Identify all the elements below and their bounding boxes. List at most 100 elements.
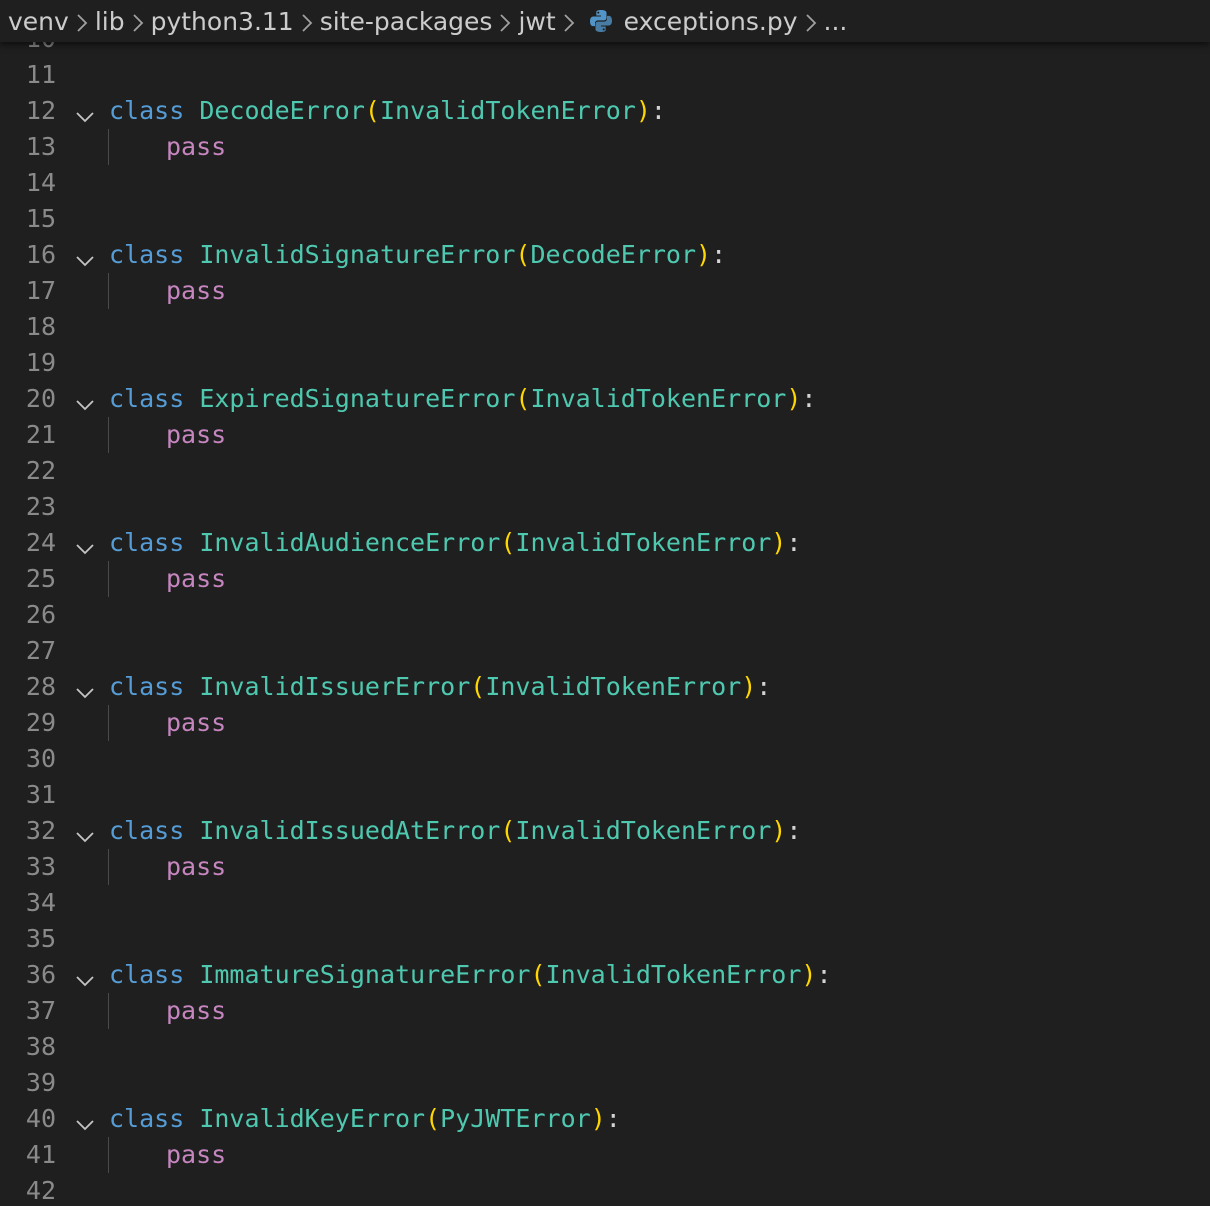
- code-line[interactable]: 23: [0, 489, 1210, 525]
- keyword-class: class: [109, 96, 185, 125]
- line-number: 19: [25, 348, 56, 377]
- fold-chevron-down-icon[interactable]: [74, 245, 96, 267]
- fold-chevron-down-icon[interactable]: [74, 101, 96, 123]
- keyword-class: class: [109, 816, 185, 845]
- keyword-pass: pass: [166, 708, 227, 737]
- fold-chevron-down-icon[interactable]: [74, 1109, 96, 1131]
- breadcrumb-more[interactable]: ...: [824, 7, 848, 36]
- code-line[interactable]: 24 class InvalidAudienceError(InvalidToke…: [0, 525, 1210, 561]
- class-name: InvalidKeyError: [199, 1104, 426, 1133]
- python-icon: [588, 8, 614, 34]
- line-number: 32: [25, 816, 56, 845]
- code-line[interactable]: 32 class InvalidIssuedAtError(InvalidToke…: [0, 813, 1210, 849]
- indent-guide: [108, 129, 109, 165]
- code-line[interactable]: 38: [0, 1029, 1210, 1065]
- breadcrumb-item-venv[interactable]: venv: [8, 7, 69, 36]
- code-line[interactable]: 22: [0, 453, 1210, 489]
- code-line[interactable]: 18: [0, 309, 1210, 345]
- base-class-name: PyJWTError: [440, 1104, 591, 1133]
- pass-statement: pass: [166, 1137, 226, 1173]
- line-number: 34: [25, 888, 56, 917]
- pass-statement: pass: [166, 849, 226, 885]
- code-line[interactable]: 37 pass: [0, 993, 1210, 1029]
- code-line[interactable]: 30: [0, 741, 1210, 777]
- code-line[interactable]: 11: [0, 57, 1210, 93]
- breadcrumb-item-jwt[interactable]: jwt: [518, 7, 555, 36]
- open-paren: (: [500, 528, 516, 557]
- breadcrumb: venv lib python3.11 site-packages jwt ex…: [0, 0, 1210, 42]
- class-name: DecodeError: [199, 96, 365, 125]
- base-class-name: DecodeError: [530, 240, 697, 269]
- base-class-name: InvalidTokenError: [530, 384, 787, 413]
- line-number: 24: [25, 528, 56, 557]
- keyword-class: class: [109, 384, 185, 413]
- breadcrumb-item-site-packages[interactable]: site-packages: [320, 7, 493, 36]
- class-name: InvalidAudienceError: [199, 528, 501, 557]
- code-line[interactable]: 27: [0, 633, 1210, 669]
- line-number: 14: [25, 168, 56, 197]
- keyword-class: class: [109, 960, 185, 989]
- code-line[interactable]: 20 class ExpiredSignatureError(InvalidTok…: [0, 381, 1210, 417]
- pass-statement: pass: [166, 561, 226, 597]
- line-number: 15: [25, 204, 56, 233]
- fold-chevron-down-icon[interactable]: [74, 965, 96, 987]
- keyword-pass: pass: [166, 996, 227, 1025]
- code-line[interactable]: 33 pass: [0, 849, 1210, 885]
- code-line[interactable]: 28 class InvalidIssuerError(InvalidTokenE…: [0, 669, 1210, 705]
- base-class-name: InvalidTokenError: [545, 960, 802, 989]
- class-definition: class InvalidSignatureError(DecodeError)…: [109, 237, 726, 273]
- line-number: 23: [25, 492, 56, 521]
- code-line[interactable]: 21 pass: [0, 417, 1210, 453]
- chevron-right-icon: [125, 7, 151, 36]
- open-paren: (: [530, 960, 546, 989]
- code-line[interactable]: 17 pass: [0, 273, 1210, 309]
- code-line[interactable]: 40 class InvalidKeyError(PyJWTError):: [0, 1101, 1210, 1137]
- pass-statement: pass: [166, 993, 226, 1029]
- code-line[interactable]: 36 class ImmatureSignatureError(InvalidTo…: [0, 957, 1210, 993]
- indent-guide: [108, 273, 109, 309]
- code-line[interactable]: 39: [0, 1065, 1210, 1101]
- colon: :: [711, 240, 727, 269]
- class-name: InvalidIssuerError: [199, 672, 471, 701]
- keyword-pass: pass: [166, 132, 227, 161]
- close-paren: ): [801, 960, 817, 989]
- code-line[interactable]: 41 pass: [0, 1137, 1210, 1173]
- code-line[interactable]: 42: [0, 1173, 1210, 1206]
- code-line[interactable]: 15: [0, 201, 1210, 237]
- code-line[interactable]: 13 pass: [0, 129, 1210, 165]
- open-paren: (: [364, 96, 380, 125]
- code-line[interactable]: 26: [0, 597, 1210, 633]
- code-line[interactable]: 35: [0, 921, 1210, 957]
- chevron-right-icon: [69, 7, 95, 36]
- base-class-name: InvalidTokenError: [515, 528, 772, 557]
- class-definition: class ImmatureSignatureError(InvalidToke…: [109, 957, 832, 993]
- code-line[interactable]: 12 class DecodeError(InvalidTokenError):: [0, 93, 1210, 129]
- code-line[interactable]: 25 pass: [0, 561, 1210, 597]
- code-line[interactable]: 16 class InvalidSignatureError(DecodeErro…: [0, 237, 1210, 273]
- code-line[interactable]: 29 pass: [0, 705, 1210, 741]
- pass-statement: pass: [166, 417, 226, 453]
- keyword-pass: pass: [166, 276, 227, 305]
- breadcrumb-item-file[interactable]: exceptions.py: [624, 7, 798, 36]
- breadcrumb-item-lib[interactable]: lib: [95, 7, 125, 36]
- code-line[interactable]: 14: [0, 165, 1210, 201]
- class-definition: class InvalidIssuerError(InvalidTokenErr…: [109, 669, 771, 705]
- class-definition: class InvalidAudienceError(InvalidTokenE…: [109, 525, 801, 561]
- chevron-right-icon: [294, 7, 320, 36]
- fold-chevron-down-icon[interactable]: [74, 821, 96, 843]
- line-number: 37: [25, 996, 56, 1025]
- colon: :: [816, 960, 832, 989]
- fold-chevron-down-icon[interactable]: [74, 533, 96, 555]
- breadcrumb-item-python[interactable]: python3.11: [151, 7, 294, 36]
- indent-guide: [108, 561, 109, 597]
- fold-chevron-down-icon[interactable]: [74, 677, 96, 699]
- class-definition: class DecodeError(InvalidTokenError):: [109, 93, 666, 129]
- code-line[interactable]: 19: [0, 345, 1210, 381]
- base-class-name: InvalidTokenError: [515, 816, 772, 845]
- code-line[interactable]: 34: [0, 885, 1210, 921]
- fold-chevron-down-icon[interactable]: [74, 389, 96, 411]
- close-paren: ): [696, 240, 712, 269]
- code-editor[interactable]: 101112class DecodeError(InvalidTokenErro…: [0, 21, 1210, 1206]
- code-line[interactable]: 31: [0, 777, 1210, 813]
- line-number: 42: [25, 1176, 56, 1205]
